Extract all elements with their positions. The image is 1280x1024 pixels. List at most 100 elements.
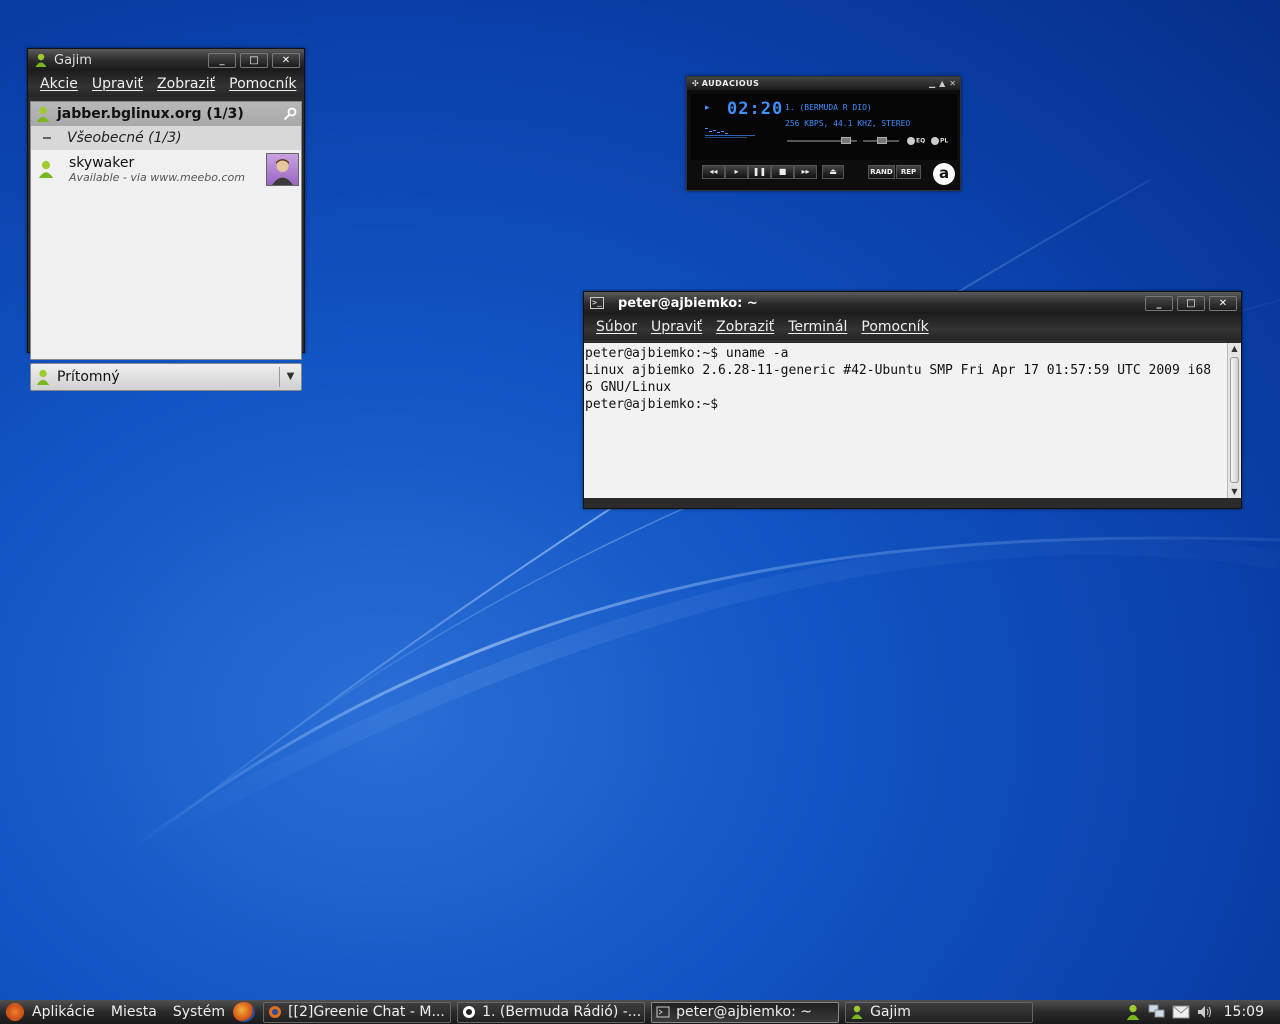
contact-status: Available - via www.meebo.com xyxy=(69,170,245,184)
avatar xyxy=(266,153,299,186)
shade-button[interactable]: ▲ xyxy=(939,79,945,88)
audacious-window[interactable]: ✣ AUDACIOUS ▁ ▲ ✕ ▸ 02:20 1. (BERMUDA R … xyxy=(686,76,961,191)
gajim-window[interactable]: Gajim _ □ ✕ Akcie Upraviť Zobraziť Pomoc… xyxy=(27,48,305,391)
group-name: Všeobecné (1/3) xyxy=(67,130,182,146)
eject-button[interactable]: ⏏ xyxy=(822,165,844,179)
task-label: 1. (Bermuda Rádió) -... xyxy=(482,1004,642,1020)
volume-icon[interactable] xyxy=(1196,1004,1214,1020)
menu-applications[interactable]: Aplikácie xyxy=(32,1004,95,1020)
audacious-menu-icon[interactable]: ✣ xyxy=(692,79,699,88)
search-key-icon[interactable] xyxy=(283,107,297,121)
balance-handle[interactable] xyxy=(877,137,887,144)
terminal-line: peter@ajbiemko:~$ uname -a xyxy=(585,346,789,361)
eq-toggle[interactable]: EQ xyxy=(907,137,925,145)
close-button[interactable]: ✕ xyxy=(949,79,956,88)
account-name: jabber.bglinux.org (1/3) xyxy=(57,106,244,122)
next-button[interactable]: ▸▸ xyxy=(794,165,817,179)
previous-button[interactable]: ◂◂ xyxy=(702,165,725,179)
menu-upravit[interactable]: Upraviť xyxy=(651,319,702,335)
maximize-button[interactable]: □ xyxy=(1177,295,1205,311)
play-status-icon: ▸ xyxy=(705,103,710,113)
task-audacious[interactable]: 1. (Bermuda Rádió) -... xyxy=(457,1001,646,1023)
shuffle-button[interactable]: RAND xyxy=(868,165,895,179)
terminal-scrollbar[interactable]: ▲ ▼ xyxy=(1227,343,1241,498)
repeat-button[interactable]: REP xyxy=(896,165,921,179)
audacious-title: AUDACIOUS xyxy=(701,79,760,88)
terminal-output[interactable]: peter@ajbiemko:~$ uname -a Linux ajbiemk… xyxy=(584,343,1227,498)
terminal-menubar: Súbor Upraviť Zobraziť Terminál Pomocník xyxy=(584,314,1241,340)
mail-icon[interactable] xyxy=(1172,1004,1190,1020)
terminal-window[interactable]: >_ peter@ajbiemko: ~ _ □ ✕ Súbor Upraviť… xyxy=(583,291,1242,509)
menu-zobrazit[interactable]: Zobraziť xyxy=(157,76,215,92)
stream-info: 256 KBPS, 44.1 KHZ, STEREO xyxy=(785,119,911,128)
chevron-down-icon[interactable]: ▼ xyxy=(279,367,301,387)
menu-pomocnik[interactable]: Pomocník xyxy=(229,76,296,92)
task-label: [[2]Greenie Chat - M... xyxy=(288,1004,445,1020)
status-selector[interactable]: Prítomný ▼ xyxy=(30,363,302,391)
scroll-up-icon[interactable]: ▲ xyxy=(1228,343,1241,355)
audacious-icon xyxy=(463,1006,476,1018)
minimize-button[interactable]: _ xyxy=(1145,295,1173,311)
online-person-icon xyxy=(36,106,50,122)
firefox-icon xyxy=(269,1006,282,1018)
close-button[interactable]: ✕ xyxy=(272,52,300,68)
gajim-icon xyxy=(851,1005,863,1019)
menu-akcie[interactable]: Akcie xyxy=(40,76,78,92)
menu-places[interactable]: Miesta xyxy=(111,1004,157,1020)
task-firefox[interactable]: [[2]Greenie Chat - M... xyxy=(263,1001,452,1023)
scroll-down-icon[interactable]: ▼ xyxy=(1228,486,1241,498)
terminal-line: Linux ajbiemko 2.6.28-11-generic #42-Ubu… xyxy=(585,363,1212,378)
terminal-titlebar[interactable]: >_ peter@ajbiemko: ~ _ □ ✕ xyxy=(584,292,1241,314)
firefox-launcher-icon[interactable] xyxy=(233,1002,256,1022)
stop-button[interactable]: ■ xyxy=(771,165,794,179)
menu-terminal[interactable]: Terminál xyxy=(788,319,847,335)
online-person-icon xyxy=(38,161,54,178)
menu-upravit[interactable]: Upraviť xyxy=(92,76,143,92)
task-gajim[interactable]: Gajim xyxy=(845,1001,1034,1023)
network-icon[interactable] xyxy=(1148,1004,1166,1020)
gajim-titlebar[interactable]: Gajim _ □ ✕ xyxy=(28,49,304,71)
transport-controls: ◂◂ ▸ ❚❚ ■ ▸▸ xyxy=(702,165,817,179)
window-title: peter@ajbiemko: ~ xyxy=(618,295,758,311)
gajim-menubar: Akcie Upraviť Zobraziť Pomocník xyxy=(28,71,304,97)
menu-system[interactable]: Systém xyxy=(173,1004,225,1020)
audacious-logo[interactable]: a xyxy=(933,163,955,185)
task-terminal[interactable]: peter@ajbiemko: ~ xyxy=(651,1001,840,1023)
contact-row[interactable]: skywaker Available - via www.meebo.com xyxy=(31,150,301,188)
scrollbar-thumb[interactable] xyxy=(1230,357,1239,483)
clock[interactable]: 15:09 xyxy=(1224,1004,1264,1020)
task-label: peter@ajbiemko: ~ xyxy=(676,1004,812,1020)
maximize-button[interactable]: □ xyxy=(240,52,268,68)
terminal-line: peter@ajbiemko:~$ xyxy=(585,397,726,412)
volume-handle[interactable] xyxy=(841,137,851,144)
terminal-icon: >_ xyxy=(590,297,604,309)
audacious-titlebar[interactable]: ✣ AUDACIOUS ▁ ▲ ✕ xyxy=(687,77,960,90)
close-button[interactable]: ✕ xyxy=(1209,295,1237,311)
playlist-toggle[interactable]: PL xyxy=(931,137,948,145)
gajim-icon xyxy=(35,53,47,67)
elapsed-time[interactable]: 02:20 xyxy=(727,99,783,119)
contact-roster: jabber.bglinux.org (1/3) Všeobecné (1/3)… xyxy=(30,101,302,360)
group-row[interactable]: Všeobecné (1/3) xyxy=(31,126,301,150)
status-label: Prítomný xyxy=(57,369,120,385)
online-person-icon xyxy=(36,369,50,385)
visualizer[interactable] xyxy=(705,128,763,138)
system-tray: 15:09 xyxy=(1118,1000,1280,1024)
player-display: ▸ 02:20 1. (BERMUDA R DIO) 256 KBPS, 44.… xyxy=(691,94,957,160)
pause-button[interactable]: ❚❚ xyxy=(748,165,771,179)
task-label: Gajim xyxy=(870,1004,911,1020)
track-title: 1. (BERMUDA R DIO) xyxy=(785,103,872,112)
menu-subor[interactable]: Súbor xyxy=(596,319,637,335)
gajim-tray-icon[interactable] xyxy=(1124,1004,1142,1020)
collapse-icon[interactable] xyxy=(43,137,51,139)
ubuntu-logo-icon[interactable] xyxy=(6,1003,24,1021)
menu-pomocnik[interactable]: Pomocník xyxy=(861,319,928,335)
menu-zobrazit[interactable]: Zobraziť xyxy=(716,319,774,335)
window-title: Gajim xyxy=(54,52,92,68)
terminal-line: 6 GNU/Linux xyxy=(585,380,672,395)
terminal-icon xyxy=(656,1006,670,1018)
account-row[interactable]: jabber.bglinux.org (1/3) xyxy=(31,102,301,126)
play-button[interactable]: ▸ xyxy=(725,165,748,179)
minimize-button[interactable]: _ xyxy=(208,52,236,68)
minimize-button[interactable]: ▁ xyxy=(929,79,935,88)
